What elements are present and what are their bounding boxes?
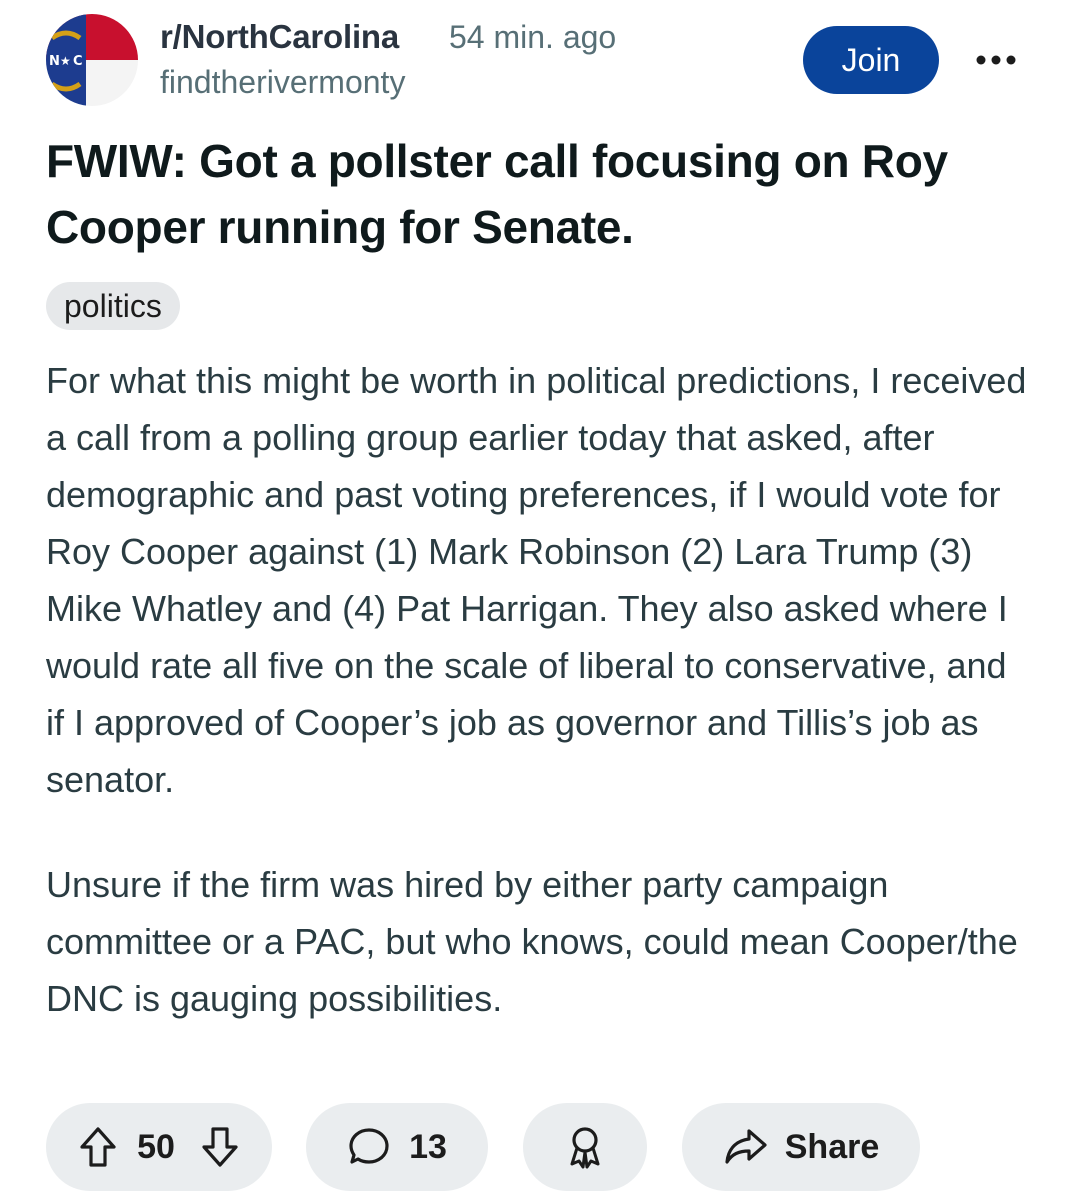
downvote-button[interactable] — [199, 1125, 241, 1169]
svg-text:N: N — [49, 54, 60, 69]
post-age: 54 min. ago — [449, 19, 617, 55]
downvote-icon — [202, 1127, 238, 1167]
svg-text:C: C — [73, 54, 83, 69]
subreddit-avatar[interactable]: N ★ C — [46, 14, 138, 106]
nc-flag-icon: N ★ C — [46, 14, 138, 106]
upvote-icon — [80, 1127, 116, 1167]
subreddit-name[interactable]: r/NorthCarolina — [160, 18, 399, 56]
comment-icon — [347, 1125, 391, 1169]
post-body: For what this might be worth in politica… — [46, 352, 1031, 1027]
svg-text:★: ★ — [60, 54, 71, 68]
join-button[interactable]: Join — [803, 26, 939, 94]
share-button[interactable]: Share — [682, 1103, 920, 1191]
body-paragraph: Unsure if the firm was hired by either p… — [46, 864, 1018, 1019]
more-options-button[interactable] — [971, 44, 1021, 76]
body-paragraph: For what this might be worth in politica… — [46, 360, 1027, 800]
post-header: N ★ C r/NorthCarolina 54 min. ago findth… — [46, 14, 1021, 114]
share-icon — [723, 1127, 769, 1167]
post-title[interactable]: FWIW: Got a pollster call focusing on Ro… — [46, 128, 1036, 260]
more-icon — [976, 55, 1016, 65]
award-button[interactable] — [523, 1103, 647, 1191]
comments-button[interactable]: 13 — [306, 1103, 488, 1191]
upvote-button[interactable] — [77, 1125, 119, 1169]
comment-count: 13 — [409, 1127, 447, 1166]
post-author[interactable]: findtherivermonty — [160, 64, 405, 101]
vote-control: 50 — [46, 1103, 272, 1191]
vote-count: 50 — [137, 1127, 175, 1166]
post-action-bar: 50 13 Share — [46, 1103, 1026, 1191]
post-flair[interactable]: politics — [46, 282, 180, 330]
share-label: Share — [784, 1127, 880, 1166]
award-icon — [563, 1124, 607, 1170]
